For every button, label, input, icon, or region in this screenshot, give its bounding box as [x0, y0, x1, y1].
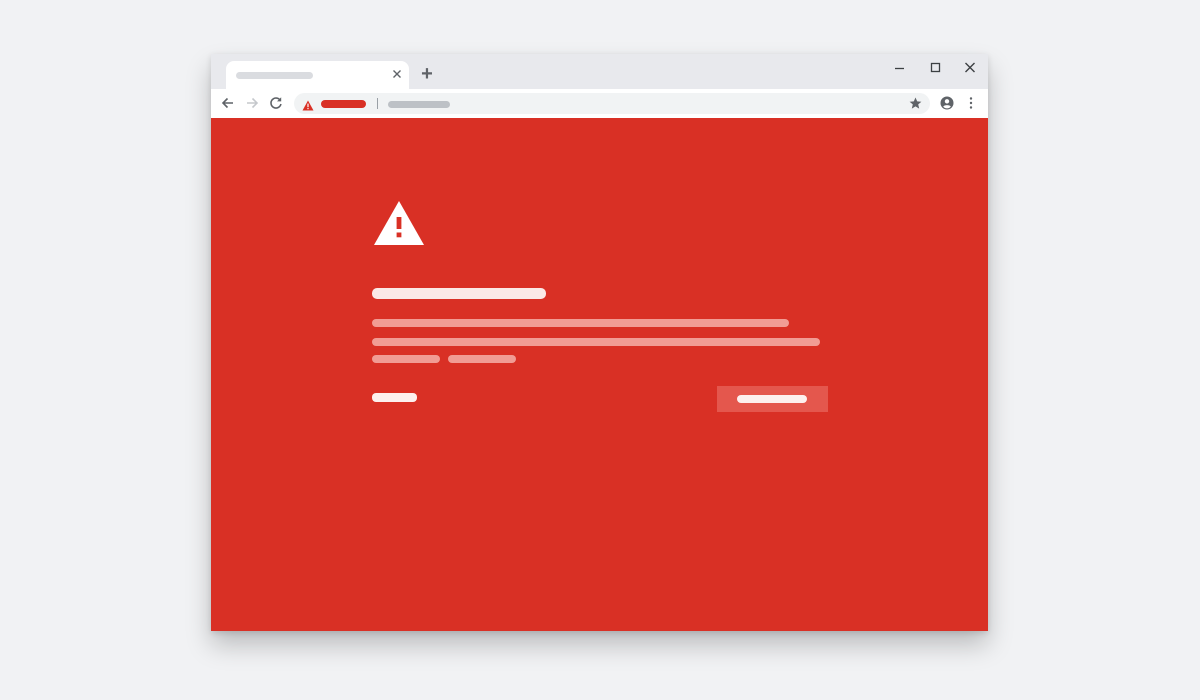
reload-icon[interactable]: [267, 94, 285, 112]
back-to-safety-button[interactable]: [717, 386, 828, 412]
star-icon[interactable]: [908, 96, 923, 111]
omnibox[interactable]: [294, 93, 930, 114]
url-text-placeholder: [388, 101, 450, 108]
browser-toolbar: [211, 89, 988, 118]
body-text-placeholder-line: [372, 319, 789, 327]
body-text-placeholder-line: [372, 338, 820, 346]
body-text-placeholder-line: [448, 355, 516, 363]
new-tab-button[interactable]: +: [418, 64, 436, 84]
minimize-icon[interactable]: [889, 58, 911, 78]
warning-triangle-icon[interactable]: [302, 98, 314, 111]
tab-strip: +: [211, 54, 988, 89]
forward-arrow-icon[interactable]: [243, 94, 261, 112]
active-tab[interactable]: [226, 61, 409, 89]
window-close-icon[interactable]: [959, 58, 981, 78]
interstitial-page: [211, 118, 988, 631]
omnibox-divider: [377, 98, 378, 109]
details-link[interactable]: [372, 393, 417, 402]
back-arrow-icon[interactable]: [219, 94, 237, 112]
tab-title-placeholder: [236, 72, 313, 79]
heading-placeholder: [372, 288, 546, 299]
maximize-icon[interactable]: [924, 58, 946, 78]
button-label-placeholder: [737, 395, 807, 403]
profile-icon[interactable]: [938, 94, 956, 112]
warning-triangle-icon: [373, 200, 425, 246]
tab-close-icon[interactable]: [390, 66, 404, 82]
security-status-chip[interactable]: [321, 100, 366, 108]
browser-window: +: [211, 54, 988, 631]
more-vert-icon[interactable]: [962, 94, 980, 112]
body-text-placeholder-line: [372, 355, 440, 363]
